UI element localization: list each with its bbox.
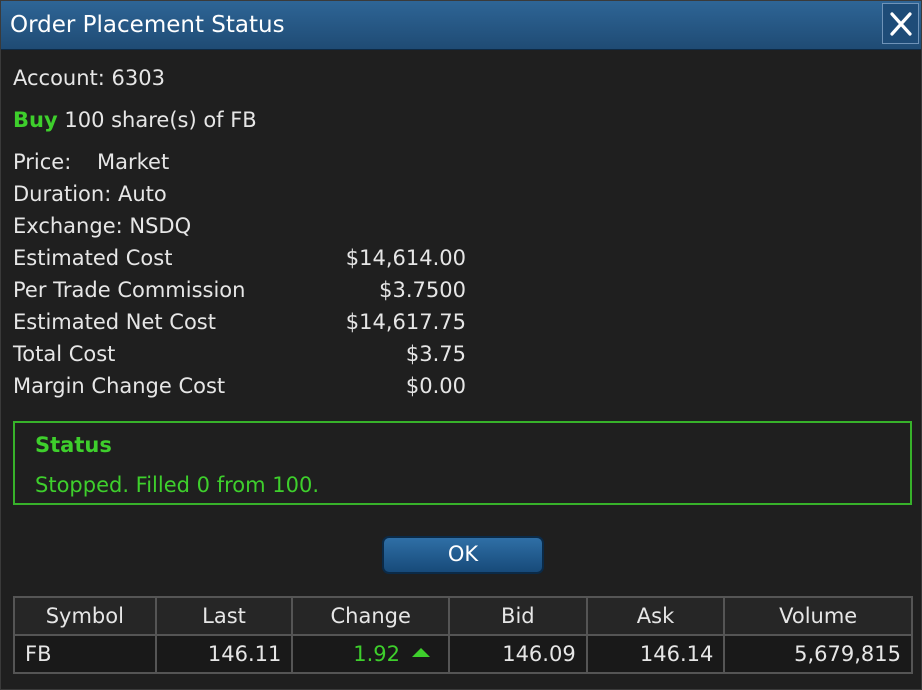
cost-value: $14,617.75 <box>345 310 466 334</box>
change-value: 1.92 <box>353 642 400 666</box>
symbol-cell: FB <box>13 634 157 674</box>
order-side: Buy <box>13 108 58 132</box>
column-header-last: Last <box>154 596 294 636</box>
up-arrow-icon <box>412 648 430 657</box>
change-cell: 1.92 <box>291 634 450 674</box>
ask-cell: 146.14 <box>585 634 726 674</box>
order-description: 100 share(s) of FB <box>64 108 257 132</box>
volume-cell: 5,679,815 <box>723 634 913 674</box>
column-header-bid: Bid <box>448 596 588 636</box>
title-bar: Order Placement Status <box>1 1 921 50</box>
cost-value: $14,614.00 <box>345 246 466 270</box>
cost-label: Estimated Cost <box>13 246 173 270</box>
account-label: Account: 6303 <box>13 66 165 90</box>
ok-button[interactable]: OK <box>382 536 544 574</box>
close-button[interactable] <box>882 3 919 44</box>
status-heading: Status <box>35 433 112 457</box>
status-panel: Status Stopped. Filled 0 from 100. <box>13 421 912 505</box>
last-cell: 146.11 <box>154 634 294 674</box>
column-header-volume: Volume <box>723 596 913 636</box>
price-label: Price: <box>13 150 72 174</box>
price-value: Market <box>97 150 170 174</box>
quote-header-row: Symbol Last Change Bid Ask Volume <box>13 596 913 636</box>
quote-table: Symbol Last Change Bid Ask Volume FB 146… <box>13 596 913 674</box>
cost-value: $0.00 <box>405 374 466 398</box>
table-row: FB 146.11 1.92 146.09 146.14 5,679,815 <box>13 634 913 674</box>
cost-value: $3.75 <box>405 342 466 366</box>
cost-value: $3.7500 <box>379 278 466 302</box>
window-title: Order Placement Status <box>10 12 285 38</box>
order-summary: Buy 100 share(s) of FB <box>13 108 257 132</box>
duration-label: Duration: Auto <box>13 182 167 206</box>
cost-label: Margin Change Cost <box>13 374 226 398</box>
column-header-symbol: Symbol <box>13 596 157 636</box>
bid-cell: 146.09 <box>448 634 588 674</box>
status-message: Stopped. Filled 0 from 100. <box>35 473 319 497</box>
cost-label: Total Cost <box>13 342 116 366</box>
close-icon <box>890 12 912 36</box>
exchange-label: Exchange: NSDQ <box>13 214 192 238</box>
cost-label: Estimated Net Cost <box>13 310 216 334</box>
cost-label: Per Trade Commission <box>13 278 246 302</box>
column-header-change: Change <box>291 596 450 636</box>
order-status-dialog: Order Placement Status Account: 6303 Buy… <box>0 0 922 690</box>
column-header-ask: Ask <box>585 596 726 636</box>
